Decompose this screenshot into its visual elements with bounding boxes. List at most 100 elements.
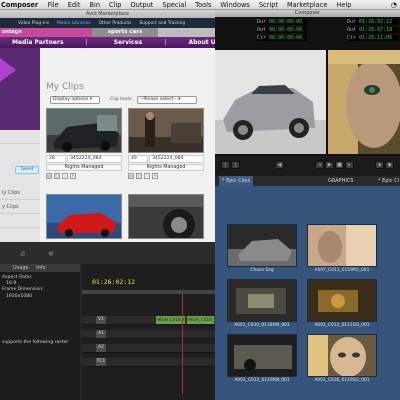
record-timecode: Dur 01:26:02:12 xyxy=(347,19,399,25)
remove-icon[interactable]: ✕ xyxy=(152,172,158,179)
tweet-button[interactable]: Tweet xyxy=(15,166,39,174)
nav-media-libraries[interactable]: Media Libraries xyxy=(53,21,95,26)
rewind-icon[interactable]: ◂ xyxy=(315,161,324,169)
tc-label: Out xyxy=(347,27,357,33)
tc-value: 00:00:00:00 xyxy=(269,35,303,41)
bin-clip-name: A001_C012_0119XN_001 xyxy=(234,378,290,383)
overwrite-icon[interactable]: ◆ xyxy=(385,161,394,169)
playhead[interactable] xyxy=(182,294,183,394)
clip-tools-placeholder: --Please select-- xyxy=(140,97,177,102)
info-line: 1920x1080 xyxy=(6,293,33,299)
menu-file[interactable]: File xyxy=(43,1,63,9)
clip-thumbnail[interactable] xyxy=(128,108,204,153)
cart-icon[interactable]: ▤ xyxy=(46,172,52,179)
clip-thumbnail[interactable] xyxy=(128,194,204,239)
clip-thumbnail[interactable] xyxy=(46,108,122,153)
page-title: My Clips xyxy=(46,82,84,92)
window-title: Avid Marketplace xyxy=(0,10,215,18)
menu-windows[interactable]: Windows xyxy=(216,1,254,9)
record-timecode: Ctr 01:26:11:05 xyxy=(347,35,399,41)
menu-tools[interactable]: Tools xyxy=(191,1,216,9)
menu-marketplace[interactable]: Marketplace xyxy=(282,1,331,9)
clip-thumbnail[interactable] xyxy=(46,194,122,239)
info-tabs: Usage Info xyxy=(0,264,80,272)
left-list-item[interactable]: y Clips xyxy=(0,200,40,214)
tab-graphics[interactable]: GRAPHICS xyxy=(325,176,356,186)
rights-label: Rights Managed xyxy=(46,164,122,171)
stop-icon[interactable]: ■ xyxy=(335,161,344,169)
clip-image xyxy=(129,195,203,238)
left-list-item[interactable]: ly Clips xyxy=(0,186,40,200)
bin-clip-thumbnail[interactable] xyxy=(227,279,297,322)
bin-clip-thumbnail[interactable] xyxy=(227,224,297,267)
star-icon[interactable]: ☆ xyxy=(144,172,150,179)
mark-out-icon[interactable]: ] xyxy=(231,161,240,169)
mark-in-icon[interactable]: [ xyxy=(221,161,230,169)
tab-usage[interactable]: Usage xyxy=(10,265,32,271)
menu-media-partners[interactable]: Media Partners xyxy=(12,39,64,46)
clip-icon[interactable]: ◫ xyxy=(136,172,142,179)
bin-clip-name: A001_C012_0111GS_001 xyxy=(314,323,370,328)
wifi-icon[interactable]: ◔ xyxy=(391,1,397,9)
tc-value: 00:00:00:00 xyxy=(269,27,303,33)
clip-count: 28 xyxy=(46,155,66,163)
gear-icon[interactable]: ✲ xyxy=(48,250,54,258)
tc-value: 01:26:07:18 xyxy=(359,27,393,33)
menu-edit[interactable]: Edit xyxy=(63,1,85,9)
display-options-select[interactable]: Display options ▾ xyxy=(50,96,100,104)
menu-output[interactable]: Output xyxy=(126,1,158,9)
track-label[interactable]: TC1 xyxy=(96,358,106,366)
tc-value: 01:26:02:12 xyxy=(359,19,393,25)
transport-bar: [ ] ◀ ◂ ▶ ■ ▸ ◈ ◆ xyxy=(215,156,400,176)
clip-tools-select[interactable]: --Please select-- ▾ xyxy=(137,96,197,104)
tab-sports-cars[interactable]: sports cars xyxy=(92,28,158,37)
bin-window: * Epic Clips GRAPHICS * Epic Cl Chase Se… xyxy=(215,176,400,400)
track-label[interactable]: V1 xyxy=(96,316,106,324)
menu-script[interactable]: Script xyxy=(254,1,282,9)
source-timecode: Dur 00:00:00:00 xyxy=(257,19,307,25)
display-options-label: Display options xyxy=(53,97,89,102)
splice-icon[interactable]: ◈ xyxy=(375,161,384,169)
timeline-ruler[interactable] xyxy=(82,290,215,294)
step-back-icon[interactable]: ◀ xyxy=(275,161,284,169)
cart-icon[interactable]: ▤ xyxy=(128,172,134,179)
left-list-item[interactable] xyxy=(0,130,40,144)
nav-video-plugins[interactable]: Video Plug-ins xyxy=(14,21,53,26)
bin-clip-thumbnail[interactable] xyxy=(307,224,377,267)
menu-clip[interactable]: Clip xyxy=(105,1,126,9)
marketplace-content: ly Clips y Clips Tweet My Clips Display … xyxy=(0,48,215,242)
star-icon[interactable]: ☆ xyxy=(62,172,68,179)
link-icon[interactable]: ⊘ xyxy=(20,250,26,258)
track-label[interactable]: A1 xyxy=(96,330,106,338)
bin-clip-thumbnail[interactable] xyxy=(307,334,377,377)
clip-actions: ▤ ◫ ☆ ✕ xyxy=(46,172,76,179)
app-menu[interactable]: Composer xyxy=(0,1,43,9)
clip-icon[interactable]: ◫ xyxy=(54,172,60,179)
forward-icon[interactable]: ▸ xyxy=(345,161,354,169)
menu-bin[interactable]: Bin xyxy=(85,1,105,9)
record-monitor[interactable] xyxy=(328,50,400,154)
bin-clip-thumbnail[interactable] xyxy=(307,279,377,322)
tc-label: Dur xyxy=(347,19,357,25)
bin-clip-thumbnail[interactable] xyxy=(227,334,297,377)
remove-icon[interactable]: ✕ xyxy=(70,172,76,179)
source-frame xyxy=(215,50,326,154)
menu-services[interactable]: Services xyxy=(114,39,143,46)
nav-other-products[interactable]: Other Products xyxy=(95,21,136,26)
play-icon[interactable]: ▶ xyxy=(325,161,334,169)
menu-special[interactable]: Special xyxy=(158,1,191,9)
record-frame xyxy=(328,50,400,154)
track-label[interactable]: A2 xyxy=(96,344,106,352)
source-timecode: Ctr 00:00:00:00 xyxy=(257,35,307,41)
timeline-clip[interactable]: HIGH_C019_0 xyxy=(187,316,215,324)
left-list-item[interactable] xyxy=(0,214,40,228)
tab-montage[interactable]: ontage xyxy=(0,28,92,37)
menu-help[interactable]: Help xyxy=(332,1,356,9)
nav-support-training[interactable]: Support and Training xyxy=(135,21,189,26)
source-monitor[interactable] xyxy=(215,50,326,154)
tc-label: Dur xyxy=(257,19,267,25)
tab-epic-clips-2[interactable]: * Epic Cl xyxy=(375,176,400,186)
tab-info[interactable]: Info xyxy=(33,265,48,271)
window-title: Composer xyxy=(215,10,400,17)
tab-epic-clips[interactable]: * Epic Clips xyxy=(219,176,254,186)
